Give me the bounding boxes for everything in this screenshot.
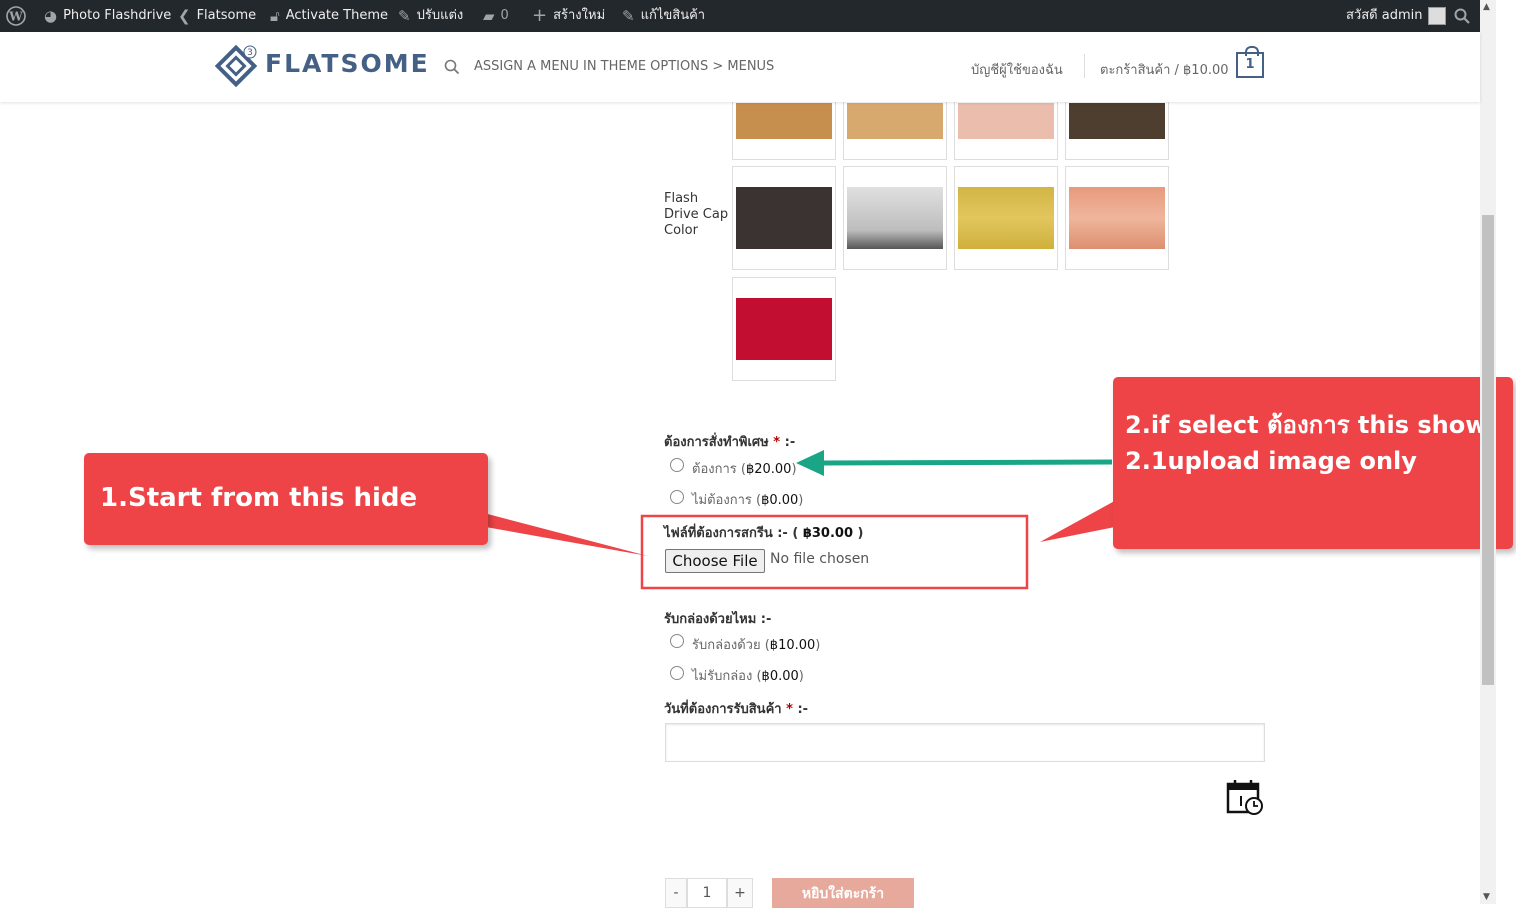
logo-icon[interactable]: 3 bbox=[214, 44, 258, 88]
search-icon[interactable] bbox=[1454, 0, 1470, 32]
comments-link[interactable]: ▰ 0 bbox=[483, 0, 509, 32]
admin-bar: W ◕ Photo Flashdrive ❮ Flatsome 🔓︎ Activ… bbox=[0, 0, 1480, 32]
flatsome-icon: ❮ bbox=[178, 7, 191, 25]
callout2-pointer bbox=[1040, 498, 1120, 542]
special-order-yes-radio[interactable] bbox=[670, 458, 684, 472]
callout-2: 2.if select ต้องการ this show 2.1upload … bbox=[1113, 377, 1513, 549]
file-status: No file chosen bbox=[770, 551, 870, 567]
teal-arrow-head bbox=[796, 450, 824, 476]
site-name-link[interactable]: ◕ Photo Flashdrive bbox=[44, 0, 171, 32]
calendar-clock-icon[interactable] bbox=[1226, 778, 1264, 820]
site-header: 3 FLATSOME ASSIGN A MENU IN THEME OPTION… bbox=[0, 32, 1480, 102]
menu-hint[interactable]: ASSIGN A MENU IN THEME OPTIONS > MENUS bbox=[474, 59, 774, 74]
special-order-label: ต้องการสั่งทำพิเศษ * :- bbox=[664, 435, 796, 450]
gift-box-yes-radio[interactable] bbox=[670, 634, 684, 648]
comment-icon: ▰ bbox=[483, 7, 495, 25]
account-link[interactable]: บัญชีผู้ใช้ของฉัน bbox=[971, 59, 1063, 80]
svg-text:W: W bbox=[8, 10, 23, 24]
teal-arrow-shaft bbox=[819, 459, 1113, 466]
cart-count-badge[interactable]: 1 bbox=[1236, 46, 1264, 78]
cap-swatch-black[interactable] bbox=[732, 166, 836, 270]
date-input[interactable] bbox=[665, 723, 1265, 762]
cap-color-label: Flash Drive Cap Color bbox=[664, 191, 729, 238]
file-upload-label: ไฟล์ที่ต้องการสกรีน :- ( ฿30.00 ) bbox=[664, 526, 864, 541]
cap-swatch-rose[interactable] bbox=[1065, 166, 1169, 270]
activate-theme-link[interactable]: 🔓︎ Activate Theme bbox=[270, 0, 388, 32]
cap-swatch-red[interactable] bbox=[732, 277, 836, 381]
gift-box-yes-label: รับกล่องด้วย (฿10.00) bbox=[692, 638, 821, 653]
dashboard-icon: ◕ bbox=[44, 7, 58, 25]
gift-box-no-label: ไม่รับกล่อง (฿0.00) bbox=[692, 669, 804, 684]
header-search-icon[interactable] bbox=[444, 59, 460, 79]
header-divider bbox=[1084, 54, 1085, 78]
special-order-no-radio[interactable] bbox=[670, 490, 684, 504]
avatar bbox=[1428, 7, 1447, 25]
scroll-up-icon[interactable]: ▲ bbox=[1483, 2, 1490, 12]
new-content-link[interactable]: + สร้างใหม่ bbox=[532, 0, 605, 32]
callout-1: 1.Start from this hide bbox=[84, 453, 488, 545]
date-label: วันที่ต้องการรับสินค้า * :- bbox=[664, 702, 809, 717]
gift-box-label: รับกล่องด้วยไหม :- bbox=[664, 612, 772, 627]
pencil-icon: ✎ bbox=[622, 7, 635, 25]
brush-icon: ✎ bbox=[398, 7, 411, 25]
svg-text:3: 3 bbox=[247, 48, 253, 58]
choose-file-button[interactable]: Choose File bbox=[665, 549, 765, 573]
special-order-yes-label: ต้องการ (฿20.00) bbox=[692, 462, 797, 477]
theme-link[interactable]: ❮ Flatsome bbox=[178, 0, 256, 32]
lock-icon: 🔓︎ bbox=[270, 7, 280, 25]
scroll-down-icon[interactable]: ▼ bbox=[1483, 892, 1490, 902]
callout1-pointer bbox=[480, 512, 648, 556]
wordpress-logo-icon[interactable]: W bbox=[6, 0, 26, 32]
gift-box-no-radio[interactable] bbox=[670, 666, 684, 680]
account-menu[interactable]: สวัสดี admin bbox=[1346, 0, 1447, 32]
scrollbar-thumb[interactable] bbox=[1482, 215, 1494, 685]
page-scrollbar[interactable]: ▲ ▼ bbox=[1480, 0, 1496, 904]
cap-swatch-silver[interactable] bbox=[843, 166, 947, 270]
cap-swatch-gold[interactable] bbox=[954, 166, 1058, 270]
customize-link[interactable]: ✎ ปรับแต่ง bbox=[398, 0, 463, 32]
logo-text[interactable]: FLATSOME bbox=[265, 49, 430, 78]
cart-link[interactable]: ตะกร้าสินค้า / ฿10.00 bbox=[1100, 59, 1229, 80]
special-order-no-label: ไม่ต้องการ (฿0.00) bbox=[692, 493, 804, 508]
plus-icon: + bbox=[532, 5, 548, 26]
edit-product-link[interactable]: ✎ แก้ไขสินค้า bbox=[622, 0, 705, 32]
